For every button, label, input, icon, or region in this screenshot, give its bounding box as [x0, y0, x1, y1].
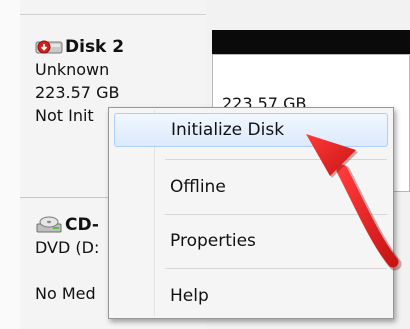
menu-item-properties-label: Properties	[170, 231, 256, 251]
left-edge	[0, 0, 20, 329]
menu-item-help-label: Help	[170, 286, 209, 306]
menu-item-offline[interactable]: Offline	[114, 170, 388, 204]
cd-drive-icon	[36, 216, 62, 233]
disk-context-menu: Initialize Disk Offline Properties Help	[108, 107, 394, 319]
menu-item-properties[interactable]: Properties	[114, 224, 388, 258]
disk-2-title-row: Disk 2	[35, 36, 205, 58]
menu-item-initialize-disk[interactable]: Initialize Disk	[114, 113, 388, 147]
disk-management-view: Disk 2 Unknown 223.57 GB Not Init CD- DV…	[0, 0, 410, 329]
menu-item-offline-label: Offline	[170, 177, 226, 197]
unallocated-volume-header	[212, 30, 410, 54]
menu-item-help[interactable]: Help	[114, 279, 388, 313]
menu-separator	[165, 268, 387, 269]
menu-separator	[165, 159, 387, 160]
cdrom-name: CD-	[65, 215, 99, 235]
disk-2-name: Disk 2	[65, 37, 125, 57]
disk-2-size: 223.57 GB	[35, 83, 120, 102]
menu-item-initialize-disk-label: Initialize Disk	[171, 120, 285, 140]
unknown-disk-icon	[35, 40, 63, 54]
disk-2-type: Unknown	[35, 60, 110, 79]
menu-separator	[165, 214, 387, 215]
